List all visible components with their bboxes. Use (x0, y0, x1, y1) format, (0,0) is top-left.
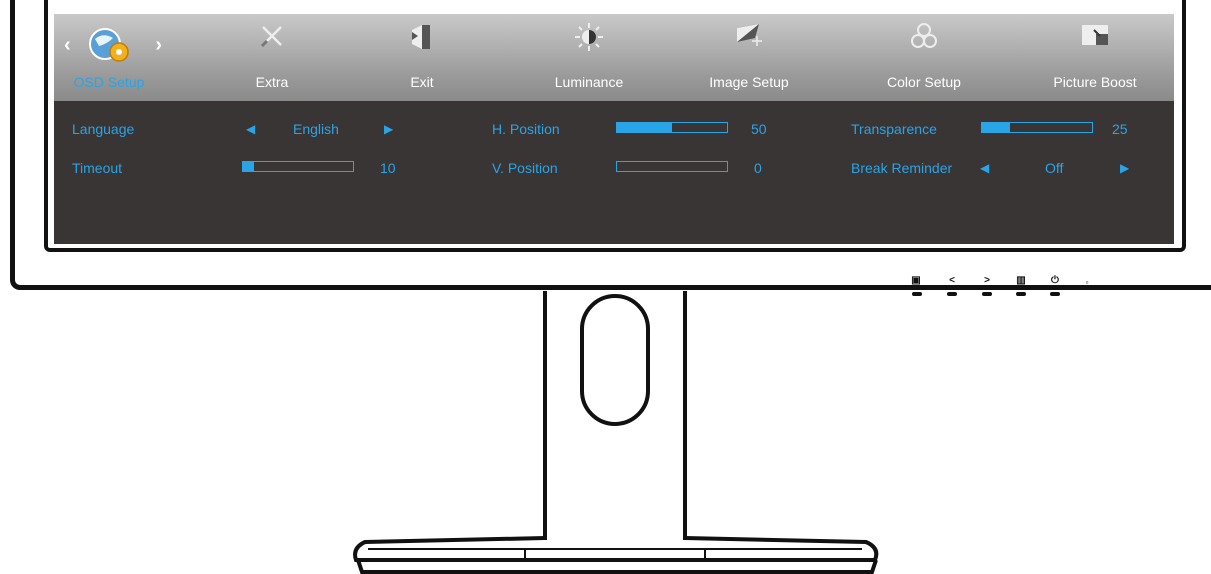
monitor-stand (353, 291, 879, 574)
